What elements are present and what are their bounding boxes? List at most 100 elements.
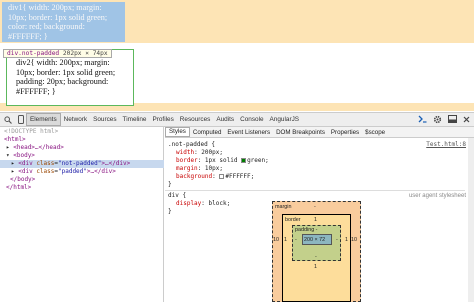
search-icon[interactable]	[3, 115, 13, 125]
prop-value: 10px;	[204, 165, 223, 172]
dom-doctype[interactable]: <!DOCTYPE html>	[4, 128, 168, 136]
div-tag-close: >…</div>	[101, 160, 131, 167]
color-swatch[interactable]	[241, 158, 247, 163]
attr-value: "not-padded"	[58, 160, 102, 167]
doctype-text: <!DOCTYPE html>	[4, 128, 59, 135]
dom-html-open[interactable]: <html>	[4, 136, 168, 144]
div2-line: #FFFFFF; }	[16, 86, 56, 96]
devtools-toolbar: Elements Network Sources Timeline Profil…	[0, 112, 474, 127]
prop-name: background	[176, 173, 213, 180]
subtab-event-listeners[interactable]: Event Listeners	[224, 129, 273, 136]
prop-value-color: #FFFFFF;	[225, 173, 255, 180]
tab-network[interactable]: Network	[61, 113, 90, 126]
div-tag: <div	[18, 160, 37, 167]
dock-icon[interactable]	[448, 115, 457, 125]
subtab-scope[interactable]: $scope	[362, 129, 388, 136]
expand-arrow-icon[interactable]: ▸	[11, 160, 15, 167]
attr-value: "padded"	[58, 168, 87, 175]
css-prop-display[interactable]: display: block;	[176, 200, 230, 208]
padding-label: padding -	[295, 227, 318, 233]
collapse-arrow-icon[interactable]: ▾	[6, 152, 10, 159]
tab-angularjs[interactable]: AngularJS	[267, 113, 303, 126]
rule-close: }	[168, 181, 172, 188]
prop-value: 200px;	[201, 149, 223, 156]
margin-left-value[interactable]: 10	[273, 237, 279, 243]
border-label: border	[285, 217, 301, 223]
dom-tree-panel: <!DOCTYPE html> <html> ▸ <head>…</head> …	[0, 127, 164, 302]
prop-value-color: green;	[247, 157, 269, 164]
css-prop-background[interactable]: background: #FFFFFF;	[176, 173, 254, 181]
border-top-value[interactable]: 1	[314, 217, 317, 223]
rule-selector[interactable]: .not-padded {	[168, 141, 215, 149]
tab-profiles[interactable]: Profiles	[149, 113, 176, 126]
div1-line: color: red; background:	[8, 22, 85, 31]
dom-div-padded[interactable]: ▸ <div class="padded">…</div>	[11, 168, 175, 176]
tab-sources[interactable]: Sources	[90, 113, 119, 126]
dom-head[interactable]: ▸ <head>…</head>	[6, 144, 170, 152]
tab-console[interactable]: Console	[237, 113, 266, 126]
div2-content: div2{ width: 200px; margin: 10px; border…	[16, 58, 134, 96]
subtab-dom-breakpoints[interactable]: DOM Breakpoints	[273, 129, 328, 136]
border-bottom-value[interactable]: 1	[314, 264, 317, 270]
page-preview: div1{ width: 200px; margin: 10px; border…	[0, 0, 474, 111]
tab-audits[interactable]: Audits	[213, 113, 237, 126]
subtab-styles[interactable]: Styles	[165, 127, 190, 137]
rule-source-link[interactable]: Test.html:8	[426, 141, 466, 149]
dom-html-close[interactable]: </html>	[6, 184, 170, 192]
margin-right-value[interactable]: 10	[351, 237, 357, 243]
border-right-value[interactable]: 1	[345, 237, 348, 243]
tab-resources[interactable]: Resources	[177, 113, 214, 126]
subtab-properties[interactable]: Properties	[328, 129, 362, 136]
expand-arrow-icon[interactable]: ▸	[6, 144, 10, 151]
prop-name: width	[176, 149, 195, 156]
styles-scrollbar[interactable]	[468, 138, 474, 302]
rule-selector-div[interactable]: div {	[168, 192, 186, 200]
color-swatch[interactable]	[219, 174, 225, 179]
styles-pane: Styles Computed Event Listeners DOM Brea…	[165, 127, 474, 302]
prop-name: display	[176, 200, 202, 207]
prop-value: block;	[208, 200, 231, 207]
tab-elements[interactable]: Elements	[26, 113, 61, 126]
gear-icon[interactable]	[433, 115, 442, 126]
attr-name: class	[36, 168, 55, 175]
content-size[interactable]: 200 × 72	[304, 237, 325, 243]
css-prop-width[interactable]: width: 200px;	[176, 149, 223, 157]
margin-top-value[interactable]: -	[314, 204, 316, 210]
tooltip-size: 202px × 74px	[62, 50, 108, 57]
padding-left-value[interactable]: -	[295, 237, 297, 243]
prop-name: border	[176, 157, 198, 164]
rule-close: }	[168, 208, 172, 215]
prop-value: 1px solid	[204, 157, 238, 164]
div1-line: #FFFFFF; }	[8, 31, 48, 41]
div1-content: div1{ width: 200px; margin: 10px; border…	[8, 3, 136, 41]
rule-separator	[165, 190, 465, 191]
dom-body-close[interactable]: </body>	[10, 176, 174, 184]
close-icon[interactable]	[463, 116, 470, 125]
attr-name: class	[36, 160, 55, 167]
body-tag: <body>	[13, 152, 35, 159]
div2-line: 10px; border: 1px solid green;	[16, 67, 116, 77]
css-prop-border[interactable]: border: 1px solid green;	[176, 157, 269, 165]
padding-bottom-value[interactable]: -	[315, 254, 317, 260]
div-tag-close: >…</div>	[86, 168, 116, 175]
prop-name: margin	[176, 165, 198, 172]
html-tag: <html>	[4, 136, 26, 143]
head-tag: <head>…</head>	[13, 144, 64, 151]
expand-arrow-icon[interactable]: ▸	[11, 168, 15, 175]
border-left-value[interactable]: 1	[284, 237, 287, 243]
div2-line: padding: 20px; background:	[16, 77, 109, 86]
tooltip-tag: div.not-padded	[7, 50, 60, 57]
device-icon[interactable]	[16, 115, 26, 125]
body-close-tag: </body>	[10, 176, 36, 183]
console-drawer-icon[interactable]	[418, 115, 427, 125]
dom-div-not-padded[interactable]: ▸ <div class="not-padded">…</div>	[0, 160, 164, 168]
div2-line: div2{ width: 200px; margin:	[16, 58, 110, 67]
tab-timeline[interactable]: Timeline	[120, 113, 150, 126]
styles-subtabs: Styles Computed Event Listeners DOM Brea…	[165, 127, 474, 138]
padding-right-value[interactable]: -	[336, 237, 338, 243]
dom-body-open[interactable]: ▾ <body>	[6, 152, 170, 160]
user-agent-source: user agent stylesheet	[408, 193, 466, 199]
css-prop-margin[interactable]: margin: 10px;	[176, 165, 223, 173]
subtab-computed[interactable]: Computed	[190, 129, 225, 136]
div1-line: 10px; border: 1px solid green;	[8, 12, 108, 22]
